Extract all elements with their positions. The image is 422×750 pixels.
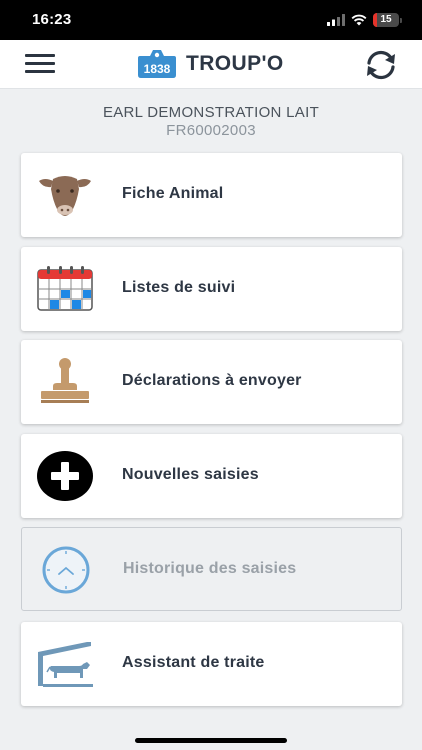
calendar-icon [37,266,93,311]
battery-tip [400,17,402,23]
battery-level: 15 [380,14,392,25]
menu-line [25,70,55,73]
menu-line [25,54,55,57]
clock-icon [42,546,90,594]
status-icons: 15 [327,12,402,28]
status-time: 16:23 [32,11,72,28]
cow-head-icon [39,176,91,216]
menu-card-fiche-animal[interactable]: Fiche Animal [21,153,402,237]
battery-icon: 15 [373,13,399,27]
home-indicator [135,738,287,743]
hamburger-menu-button[interactable] [22,50,60,78]
menu-label: Assistant de traite [122,654,265,671]
app-title: TROUP'O [186,52,284,75]
menu-card-nouvelles-saisies[interactable]: Nouvelles saisies [21,434,402,518]
menu-label: Déclarations à envoyer [122,372,302,389]
status-bar: 16:23 15 [0,0,422,40]
milking-barn-icon [38,642,93,687]
menu-card-declarations[interactable]: Déclarations à envoyer [21,340,402,424]
farm-id: FR60002003 [166,122,256,139]
menu-card-assistant-de-traite[interactable]: Assistant de traite [21,622,402,706]
menu-card-listes-de-suivi[interactable]: Listes de suivi [21,247,402,331]
menu-line [25,62,55,65]
menu-card-historique: Historique des saisies [21,527,402,611]
logo-text: 1838 [144,62,171,76]
add-circle-icon [37,451,93,501]
menu-label: Historique des saisies [123,560,297,577]
farm-name: EARL DEMONSTRATION LAIT [102,104,320,121]
sync-icon[interactable] [362,49,400,81]
menu-label: Nouvelles saisies [122,466,259,483]
stamp-icon [41,358,89,403]
signal-icon [327,14,345,26]
menu-label: Listes de suivi [122,279,236,296]
menu-label: Fiche Animal [122,185,224,202]
app-header: 1838 TROUP'O [0,40,422,89]
wifi-icon [351,14,367,26]
ear-tag-logo: 1838 [138,50,176,78]
